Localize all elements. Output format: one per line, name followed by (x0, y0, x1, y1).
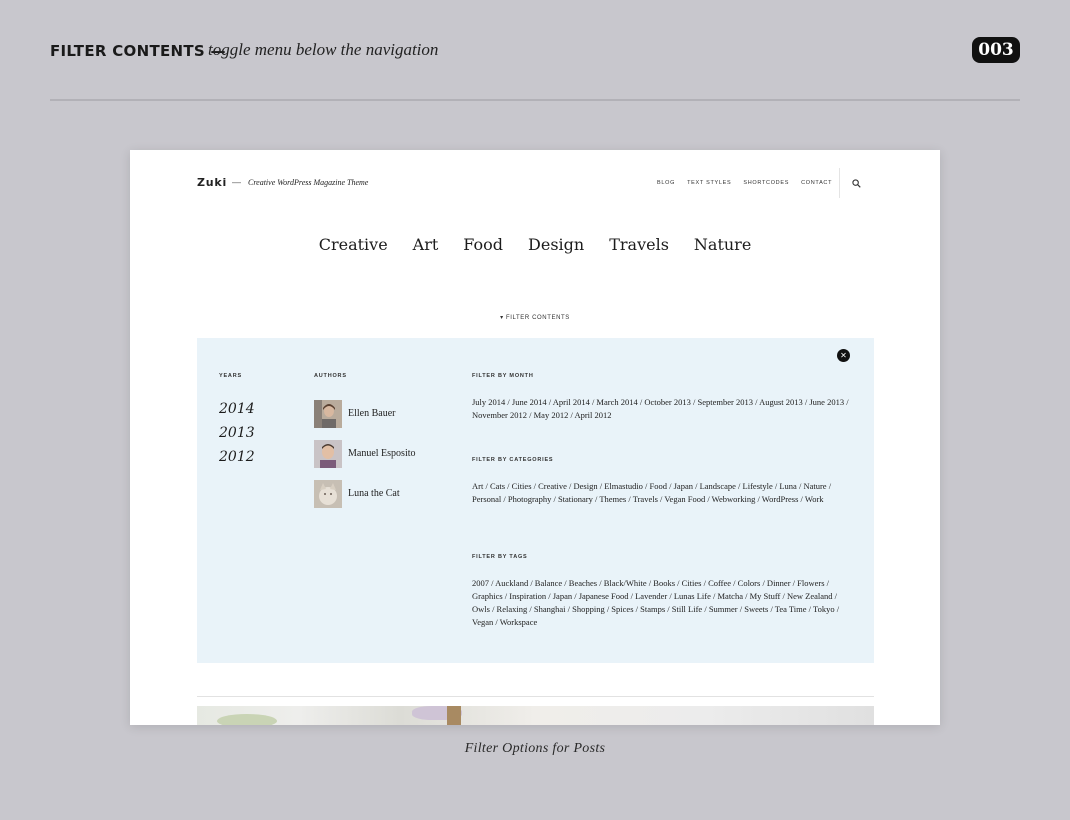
avatar (314, 400, 342, 428)
main-navigation: Creative Art Food Design Travels Nature (130, 235, 940, 254)
logo-dash: — (232, 177, 241, 187)
header-divider (50, 99, 1020, 101)
nav-nature[interactable]: Nature (694, 235, 751, 254)
top-navigation: BLOG TEXT STYLES SHORTCODES CONTACT (657, 180, 832, 190)
authors-list: Ellen Bauer Manuel Esposito Luna the Cat (314, 400, 416, 520)
avatar (314, 480, 342, 508)
filter-panel: ✕ YEARS 2014 2013 2012 AUTHORS Ellen Bau… (197, 338, 874, 663)
slide-header: FILTER CONTENTS — toggle menu below the … (50, 37, 1020, 64)
filter-by-categories-label: FILTER BY CATEGORIES (472, 457, 554, 463)
month-links[interactable]: July 2014 / June 2014 / April 2014 / Mar… (472, 396, 857, 422)
filter-contents-toggle[interactable]: ▾ FILTER CONTENTS (130, 314, 940, 321)
category-links[interactable]: Art / Cats / Cities / Creative / Design … (472, 480, 857, 506)
author-item[interactable]: Luna the Cat (314, 480, 416, 520)
site-tagline: Creative WordPress Magazine Theme (248, 178, 369, 187)
author-item[interactable]: Ellen Bauer (314, 400, 416, 440)
nav-contact[interactable]: CONTACT (801, 180, 832, 190)
slide-subtitle: toggle menu below the navigation (208, 40, 439, 59)
authors-label: AUTHORS (314, 373, 347, 379)
slide-title: FILTER CONTENTS — (50, 42, 226, 60)
nav-text-styles[interactable]: TEXT STYLES (687, 180, 731, 190)
years-label: YEARS (219, 373, 242, 379)
nav-design[interactable]: Design (528, 235, 584, 254)
content-divider (197, 696, 874, 697)
nav-food[interactable]: Food (463, 235, 503, 254)
nav-art[interactable]: Art (413, 235, 439, 254)
nav-blog[interactable]: BLOG (657, 180, 675, 190)
author-name: Manuel Esposito (348, 448, 416, 459)
close-icon[interactable]: ✕ (837, 349, 850, 362)
website-screenshot: Zuki — Creative WordPress Magazine Theme… (130, 150, 940, 725)
filter-by-tags-label: FILTER BY TAGS (472, 554, 528, 560)
years-list: 2014 2013 2012 (219, 400, 255, 472)
year-2014[interactable]: 2014 (219, 400, 255, 424)
author-name: Luna the Cat (348, 488, 400, 499)
nav-separator (839, 168, 840, 198)
author-name: Ellen Bauer (348, 408, 396, 419)
search-icon[interactable] (852, 179, 861, 188)
post-image-preview[interactable] (197, 706, 874, 725)
nav-travels[interactable]: Travels (609, 235, 669, 254)
tag-links[interactable]: 2007 / Auckland / Balance / Beaches / Bl… (472, 577, 857, 629)
avatar (314, 440, 342, 468)
filter-by-month-label: FILTER BY MONTH (472, 373, 534, 379)
site-logo[interactable]: Zuki (197, 176, 227, 189)
slide-number-badge: 003 (972, 37, 1020, 63)
year-2012[interactable]: 2012 (219, 448, 255, 472)
author-item[interactable]: Manuel Esposito (314, 440, 416, 480)
year-2013[interactable]: 2013 (219, 424, 255, 448)
nav-shortcodes[interactable]: SHORTCODES (743, 180, 789, 190)
figure-caption: Filter Options for Posts (464, 741, 606, 756)
nav-creative[interactable]: Creative (319, 235, 388, 254)
